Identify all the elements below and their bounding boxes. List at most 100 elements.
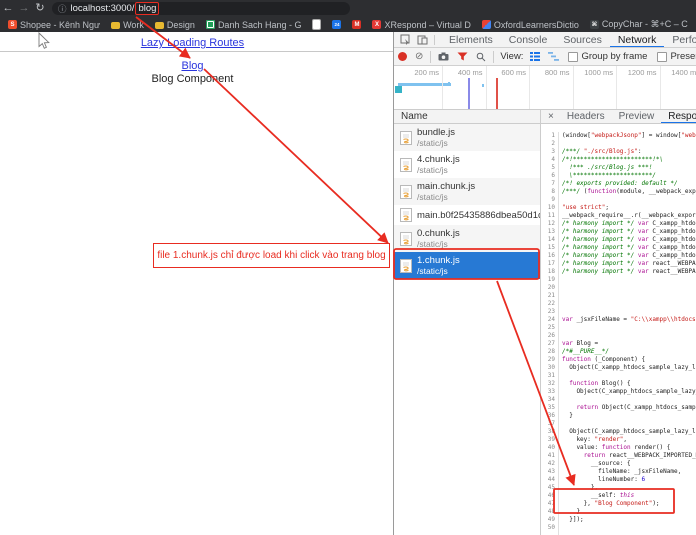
line-number: 42 [541,460,555,468]
line-number: 37 [541,420,555,428]
detail-tab-preview[interactable]: Preview [612,110,662,124]
code-line: /* harmony import */ var react__WEBPACK [562,260,696,268]
bookmark-label: Danh Sach Hang - G [218,20,302,30]
bookmark-item[interactable]: XXRespond – Virtual D [368,18,474,31]
line-number: 25 [541,324,555,332]
screen: ← → ↻ ⓘ localhost:3000/blog SShopee - Kê… [0,0,696,535]
screenshot-camera-icon[interactable] [438,52,449,61]
bookmark-item[interactable]: ⌘CopyChar - ⌘+C – C [586,18,692,31]
bookmark-item[interactable]: Danh Sach Hang - G [202,18,306,31]
request-row-4-chunk-js[interactable]: 4.chunk.js/static/js [394,151,540,178]
site-info-icon[interactable]: ⓘ [58,3,67,15]
line-number: 9 [541,196,555,204]
code-line: var Blog = [562,340,696,348]
detail-tabbar: × HeadersPreviewResponseTiming [541,110,696,124]
waterfall-view-icon[interactable] [548,52,559,61]
checkbox-preserve-log[interactable]: Preserve log [657,51,696,62]
bookmarks-bar: SShopee - Kênh NgưWorkDesign Danh Sach Ha… [4,17,696,32]
detail-tab-headers[interactable]: Headers [560,110,612,124]
checkbox-group-by-frame[interactable]: Group by frame [568,51,647,62]
clear-icon[interactable]: ⊘ [415,52,423,62]
list-view-icon[interactable] [530,52,540,61]
request-row-main-chunk-js[interactable]: main.chunk.js/static/js [394,178,540,205]
page-content: Lazy Loading Routes Blog Blog Component [0,32,393,535]
device-toolbar-icon[interactable] [417,34,428,45]
timeline-tick-label: 600 ms [486,68,526,77]
forward-icon[interactable]: → [16,0,32,17]
line-number: 17 [541,260,555,268]
line-number: 39 [541,436,555,444]
line-number: 23 [541,308,555,316]
code-line [562,196,696,204]
toolbar-divider [430,51,431,63]
blog-link[interactable]: Blog [0,60,385,72]
line-number: 33 [541,388,555,396]
tab-performance[interactable]: Performance [664,32,696,48]
search-icon[interactable] [476,52,486,62]
line-number: 43 [541,468,555,476]
line-number: 40 [541,444,555,452]
code-line: var _jsxFileName = "C:\\xampp\\htdocs\\s… [562,316,696,324]
checkbox-box[interactable] [568,52,578,62]
timeline-tick-label: 200 ms [399,68,439,77]
code-line: return react__WEBPACK_IMPORTED_MOD [562,452,696,460]
code-line [562,324,696,332]
request-row-0-chunk-js[interactable]: 0.chunk.js/static/js [394,225,540,252]
url-bar[interactable]: ⓘ localhost:3000/blog [52,2,350,15]
bookmark-item[interactable]: Design [151,18,199,31]
line-number: 41 [541,452,555,460]
devtools-tabbar: ElementsConsoleSourcesNetworkPerformance… [394,32,696,48]
request-row-main-b0f25435886dbea50d1c-hot-up-[interactable]: main.b0f25435886dbea50d1c.hot-up... [394,205,540,225]
code-line [562,308,696,316]
lazy-loading-routes-link[interactable]: Lazy Loading Routes [0,37,385,49]
detail-tab-response[interactable]: Response [661,110,696,124]
bookmark-item[interactable]: SShopee - Kênh Ngư [4,18,104,31]
code-line: fileName: _jsxFileName, [562,468,696,476]
line-number: 6 [541,172,555,180]
code-line [562,524,696,532]
overview-mark [482,84,484,87]
line-number: 5 [541,164,555,172]
response-code-viewer[interactable]: 1234567891011121314151617181920212223242… [541,124,696,535]
inspect-icon[interactable] [400,34,411,45]
line-number: 44 [541,476,555,484]
tab-sources[interactable]: Sources [555,32,610,48]
tab-elements[interactable]: Elements [441,32,501,48]
code-line: /* harmony import */ var C_xampp_htdocs [562,236,696,244]
code-line: /* harmony import */ var C_xampp_htdocs [562,244,696,252]
close-icon[interactable]: × [548,111,554,122]
record-icon[interactable] [398,52,407,61]
tab-console[interactable]: Console [501,32,556,48]
line-number: 8 [541,188,555,196]
request-row-bundle-js[interactable]: bundle.js/static/js [394,124,540,151]
line-number: 22 [541,300,555,308]
refresh-icon[interactable]: ↻ [32,0,48,17]
code-line: value: function render() { [562,444,696,452]
line-number: 18 [541,268,555,276]
filter-icon[interactable] [457,52,468,61]
checkbox-box[interactable] [657,52,667,62]
line-number: 27 [541,340,555,348]
timeline-tick-label: 1000 ms [573,68,613,77]
bookmark-item[interactable] [308,18,325,31]
devtools-tabs: ElementsConsoleSourcesNetworkPerformance… [441,32,696,48]
script-file-icon [400,185,412,199]
name-column-header[interactable]: Name [394,110,541,124]
bookmark-item[interactable]: OxfordLearnersDictio [478,18,583,31]
line-number: 29 [541,356,555,364]
script-file-icon [400,158,412,172]
script-file-icon [400,259,412,273]
request-name: main.chunk.js [417,181,475,192]
bookmark-item[interactable]: 24 [328,18,345,31]
code-lines: (window["webpackJsonp"] = window["webpac… [562,132,696,532]
network-overview[interactable]: 200 ms400 ms600 ms800 ms1000 ms1200 ms14… [394,66,696,110]
copychar-icon: ⌘ [590,20,599,29]
code-line: } [562,412,696,420]
tab-network[interactable]: Network [610,32,665,48]
bookmark-item[interactable]: Work [107,18,148,31]
back-icon[interactable]: ← [0,0,16,17]
bookmark-item[interactable]: M [348,18,365,31]
code-line: } [562,508,696,516]
request-row-1-chunk-js[interactable]: 1.chunk.js/static/js [394,252,540,279]
line-number: 10 [541,204,555,212]
